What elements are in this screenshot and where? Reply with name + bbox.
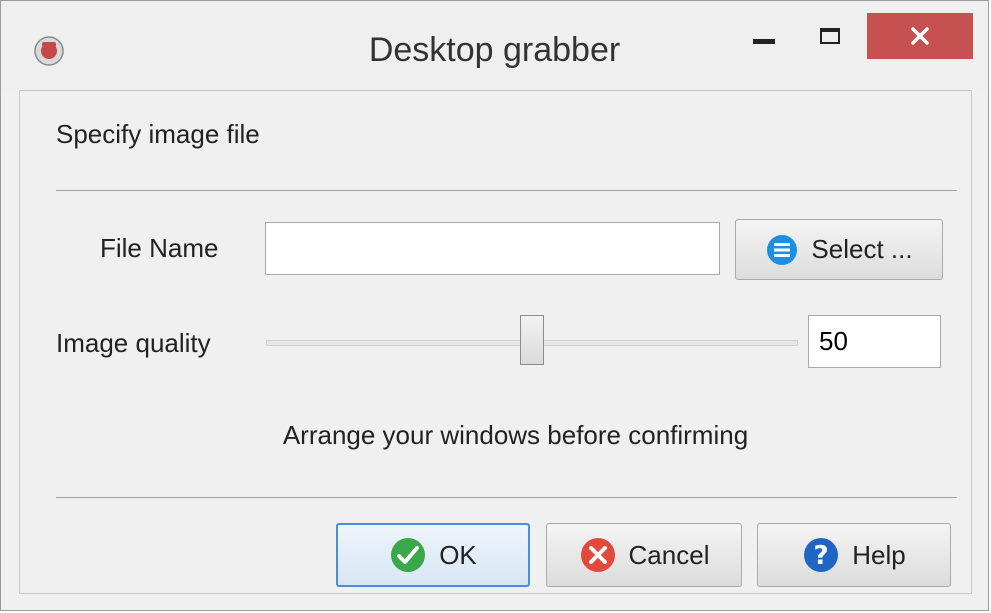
minimize-icon [753,38,775,44]
cancel-button[interactable]: Cancel [546,523,742,587]
list-icon [767,234,798,265]
dialog-content: Specify image file File Name Select ... … [19,90,972,594]
help-icon: ? [804,538,839,572]
maximize-icon [820,28,840,44]
image-quality-label: Image quality [56,328,211,358]
section-heading: Specify image file [56,119,260,149]
select-file-button[interactable]: Select ... [735,219,943,280]
dialog-window: Desktop grabber Specify image file File … [0,0,989,611]
ok-label: OK [439,539,477,570]
cancel-label: Cancel [628,539,710,570]
quality-value-input[interactable] [808,315,941,368]
quality-slider[interactable] [266,315,798,367]
instruction-text: Arrange your windows before confirming [282,420,749,450]
select-button-label: Select ... [811,234,913,264]
file-name-label: File Name [100,233,219,263]
close-button[interactable] [867,13,973,59]
help-button[interactable]: ? Help [757,523,951,587]
close-icon [911,27,929,45]
help-label: Help [852,539,906,570]
maximize-button[interactable] [797,13,863,59]
ok-button[interactable]: OK [336,523,530,587]
cancel-icon [580,538,615,572]
file-name-input[interactable] [265,222,720,275]
svg-text:?: ? [814,541,829,571]
minimize-button[interactable] [734,13,794,59]
bottom-separator [56,497,957,498]
title-bar[interactable]: Desktop grabber [1,1,988,90]
check-icon [391,538,426,572]
top-separator [56,190,957,191]
slider-thumb[interactable] [520,315,544,365]
